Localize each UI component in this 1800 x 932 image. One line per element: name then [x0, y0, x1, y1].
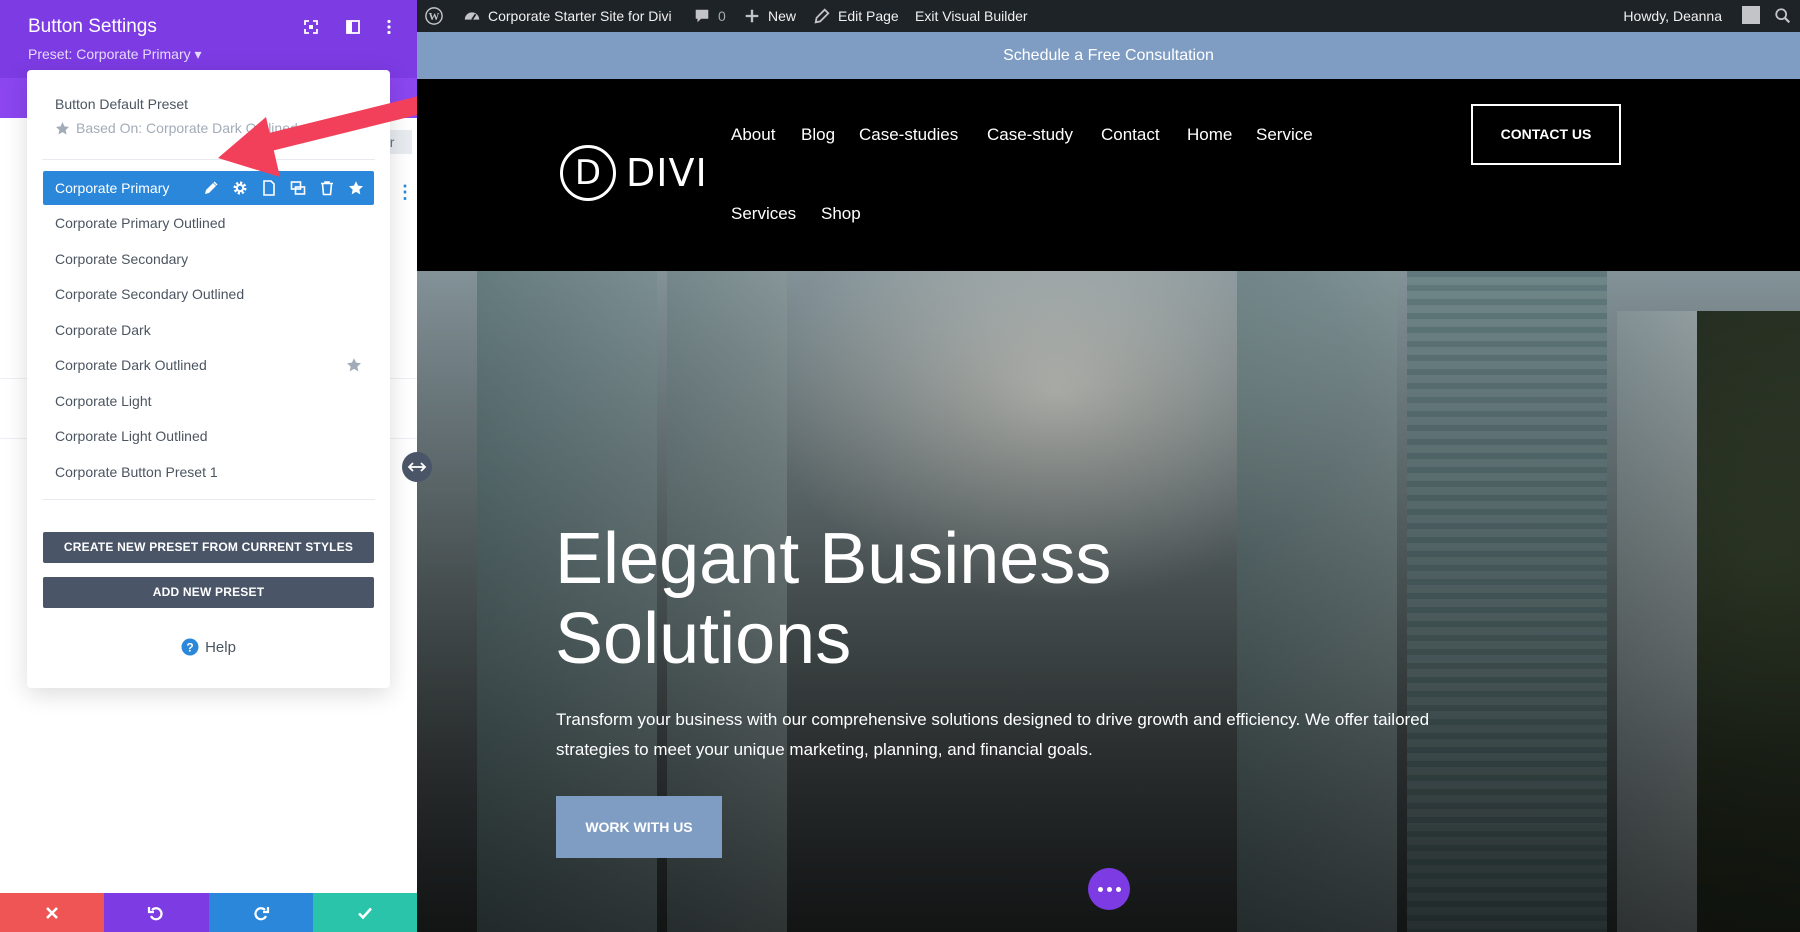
redo-icon	[254, 906, 269, 920]
panel-footer	[0, 893, 417, 932]
comments-count: 0	[718, 8, 726, 24]
preset-item[interactable]: Corporate Light Outlined	[43, 419, 374, 453]
star-icon[interactable]	[348, 180, 364, 196]
preset-item-corporate-primary[interactable]: Corporate Primary	[43, 171, 374, 205]
discard-button[interactable]	[0, 893, 105, 932]
comments-link[interactable]: 0	[693, 0, 726, 32]
preset-item-corporate-dark-outlined[interactable]: Corporate Dark Outlined	[43, 348, 374, 382]
preset-item[interactable]: Corporate Dark	[43, 313, 374, 347]
edit-page-label: Edit Page	[838, 8, 899, 24]
contact-us-button[interactable]: CONTACT US	[1471, 104, 1621, 165]
undo-icon	[148, 906, 163, 920]
nav-blog[interactable]: Blog	[801, 125, 835, 145]
divider	[42, 499, 375, 500]
hero-title: Elegant Business Solutions	[555, 519, 1255, 679]
page-icon[interactable]	[261, 180, 277, 196]
module-options-icon[interactable]: ⋮	[396, 183, 414, 201]
preset-actions	[203, 180, 364, 196]
svg-text:W: W	[429, 11, 440, 23]
star-icon[interactable]	[346, 357, 362, 373]
sidebar-toggle-icon[interactable]	[344, 18, 362, 36]
panel-resize-handle[interactable]	[402, 452, 432, 482]
panel-title: Button Settings	[28, 16, 157, 37]
consultation-banner[interactable]: Schedule a Free Consultation	[417, 32, 1800, 79]
nav-case-studies[interactable]: Case-studies	[859, 125, 958, 145]
comment-icon	[695, 9, 709, 23]
dashboard-icon	[464, 12, 480, 21]
redo-button[interactable]	[208, 893, 313, 932]
default-preset-item[interactable]: Button Default Preset	[55, 96, 188, 112]
preset-item-label: Corporate Dark Outlined	[55, 357, 207, 373]
edit-icon[interactable]	[203, 180, 219, 196]
new-link[interactable]: New	[743, 0, 796, 32]
exit-visual-builder-link[interactable]: Exit Visual Builder	[915, 0, 1028, 32]
based-on-text: Based On: Corporate Dark Outlined	[76, 120, 298, 136]
check-icon	[357, 907, 372, 919]
logo-text: DIVI	[626, 151, 708, 195]
preset-item[interactable]: Corporate Primary Outlined	[43, 206, 374, 240]
dot-icon	[1115, 886, 1121, 892]
close-icon	[46, 906, 59, 919]
nav-shop[interactable]: Shop	[821, 204, 861, 224]
hero-title-line: Elegant Business	[555, 519, 1112, 599]
preset-item-label: Corporate Primary	[55, 180, 170, 196]
undo-button[interactable]	[104, 893, 209, 932]
site-name-link[interactable]: Corporate Starter Site for Divi	[463, 0, 672, 32]
preset-item[interactable]: Corporate Secondary	[43, 242, 374, 276]
site-header: D DIVI About Blog Case-studies Case-stud…	[417, 79, 1800, 271]
nav-home[interactable]: Home	[1187, 125, 1232, 145]
preset-selector[interactable]: Preset: Corporate Primary ▾	[28, 46, 202, 63]
wordpress-logo[interactable]: W	[425, 0, 443, 32]
resize-arrows-icon	[407, 462, 427, 472]
nav-case-study[interactable]: Case-study	[987, 125, 1073, 145]
search-icon[interactable]	[1774, 7, 1792, 25]
hero-description: Transform your business with our compreh…	[556, 710, 1430, 759]
gear-icon[interactable]	[232, 180, 248, 196]
wordpress-icon: W	[425, 7, 443, 25]
nav-service[interactable]: Service	[1256, 125, 1313, 145]
howdy-user[interactable]: Howdy, Deanna	[1623, 0, 1722, 32]
website-preview: W Corporate Starter Site for Divi 0 New …	[417, 0, 1800, 932]
logo-mark: D	[560, 145, 616, 201]
divi-logo[interactable]: D DIVI	[560, 145, 708, 201]
create-preset-button[interactable]: CREATE NEW PRESET FROM CURRENT STYLES	[43, 532, 374, 563]
nav-contact[interactable]: Contact	[1101, 125, 1160, 145]
fullscreen-icon[interactable]	[302, 18, 320, 36]
settings-panel: Button Settings Preset: Corporate Primar…	[0, 0, 417, 932]
based-on-label: Based On: Corporate Dark Outlined	[55, 120, 298, 136]
preset-dropdown: Button Default Preset Based On: Corporat…	[27, 70, 390, 688]
admin-bar: W Corporate Starter Site for Divi 0 New …	[417, 0, 1800, 32]
dot-icon	[1097, 886, 1103, 892]
nav-services[interactable]: Services	[731, 204, 796, 224]
star-icon	[55, 121, 70, 134]
help-link[interactable]: ? Help	[27, 638, 390, 656]
hero-title-line: Solutions	[555, 599, 852, 679]
preset-item[interactable]: Corporate Light	[43, 384, 374, 418]
new-label: New	[768, 8, 797, 24]
duplicate-icon[interactable]	[290, 180, 306, 196]
builder-menu-button[interactable]	[1088, 868, 1130, 910]
site-name: Corporate Starter Site for Divi	[488, 8, 672, 24]
work-with-us-button[interactable]: WORK WITH US	[556, 796, 722, 858]
divider	[42, 159, 375, 160]
nav-about[interactable]: About	[731, 125, 775, 145]
more-options-icon[interactable]	[380, 18, 398, 36]
help-label: Help	[205, 638, 236, 656]
edit-page-link[interactable]: Edit Page	[813, 0, 899, 32]
hero-section: Elegant Business Solutions Transform you…	[417, 271, 1800, 932]
add-preset-button[interactable]: ADD NEW PRESET	[43, 577, 374, 608]
plus-icon	[745, 9, 759, 23]
preset-item[interactable]: Corporate Button Preset 1	[43, 455, 374, 489]
pencil-icon	[814, 8, 830, 24]
avatar[interactable]	[1742, 6, 1760, 24]
save-button[interactable]	[312, 893, 417, 932]
help-icon: ?	[181, 638, 199, 656]
trash-icon[interactable]	[319, 180, 335, 196]
svg-text:?: ?	[186, 641, 193, 655]
dot-icon	[1106, 886, 1112, 892]
preset-item[interactable]: Corporate Secondary Outlined	[43, 277, 374, 311]
